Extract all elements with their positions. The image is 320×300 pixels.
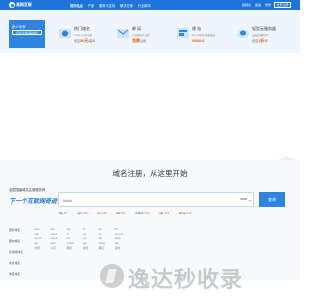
promo-mail[interactable]: 邮 局 企业邮局专业版 免费试用 (116, 25, 164, 47)
tld-option[interactable]: .ltd (34, 242, 50, 245)
tld-option[interactable]: .name (50, 233, 66, 236)
tld-checkbox-grid: .com .net .org .cc .co .biz .info .name .tv .me .c… (34, 228, 144, 250)
category-label: 新顶级域名 (9, 250, 23, 254)
tld-option[interactable]: .网络 (66, 246, 82, 250)
tld-option[interactable]: .网址 (98, 246, 114, 250)
promo-subtitle: .com/.cn 新注册 (74, 34, 92, 37)
tld-option[interactable]: .me (82, 233, 98, 236)
website-icon (177, 28, 189, 38)
promo-price: 低至30元/首年 (74, 38, 96, 43)
tld-option[interactable]: .net.cn (34, 237, 50, 240)
nav-item-products[interactable]: 产品 (88, 3, 94, 8)
hero-banner: 新人专享 登录/注册领取福利 热门域名 .com/.cn 新注册 低至30元/首… (0, 10, 300, 53)
promo-title: 建 站 (192, 26, 202, 31)
category-label: 地区域名 (9, 272, 21, 276)
tld-option[interactable]: .cn (98, 233, 114, 236)
nav-item-support[interactable]: 服务与支持 (99, 3, 115, 8)
logo-text: 易网互联 (16, 2, 32, 7)
icp-link[interactable]: 备案 (255, 3, 261, 7)
register-button[interactable]: 免费注册 (273, 2, 291, 8)
tld-option[interactable]: .info (34, 233, 50, 236)
slogan-small: 全国顶级域名注册服务商 (9, 188, 46, 192)
watermark-text: 逸达秒收录 (128, 267, 244, 292)
domain-category-labels: 国际域名 国内域名 新顶级域名 中文域名 地区域名 (9, 228, 23, 283)
mail-icon (117, 29, 129, 38)
promo-subtitle: 云服务器新用户 (252, 34, 270, 37)
login-promo-box[interactable]: 新人专享 登录/注册领取福利 (9, 20, 45, 48)
category-label: 国际域名 (9, 228, 21, 232)
main-nav: 首页站点 产品 服务与支持 解决方案 行业新闻 (70, 2, 156, 8)
tld-option[interactable]: .net (50, 228, 66, 231)
tld-option[interactable]: .shop (114, 237, 130, 240)
tld-option[interactable]: .wang (98, 242, 114, 245)
tld-option[interactable]: .中国 (34, 246, 50, 250)
domain-icon (59, 29, 71, 38)
tld-option[interactable]: .link (114, 242, 130, 245)
tld-select[interactable]: .com (239, 197, 247, 201)
site-logo[interactable]: 易网互联 (9, 2, 37, 8)
tld-option[interactable]: .在线 (82, 246, 98, 250)
promo-title: 邮 局 (132, 26, 142, 31)
hot-suffix-list: .top¥7 .xyz¥15 .cc¥15 .ltd¥27 .online¥15… (58, 210, 288, 216)
tld-option[interactable]: .org (66, 228, 82, 231)
tld-option[interactable]: .online (66, 242, 82, 245)
logo-icon (9, 2, 15, 8)
tld-option[interactable]: .site (82, 242, 98, 245)
top-right-links: 控制台 备案 登录 免费注册 (238, 2, 291, 8)
tld-option[interactable]: .商城 (114, 246, 130, 250)
tld-option[interactable]: .公司 (50, 246, 66, 250)
tld-option[interactable]: .tv (66, 233, 82, 236)
chevron-down-icon[interactable] (249, 199, 251, 201)
top-navbar: 易网互联 首页站点 产品 服务与支持 解决方案 行业新闻 控制台 备案 登录 免… (0, 0, 300, 10)
cloud-icon (237, 30, 249, 38)
tld-option[interactable]: .com (34, 228, 50, 231)
suffix-item[interactable]: .ltd¥27 (116, 211, 126, 215)
slogan-big: 下一个互联网奇迹 (9, 199, 58, 205)
promo-title: 轻型云服务器 (252, 26, 276, 31)
tld-option[interactable]: .cc (82, 228, 98, 231)
domain-search-box: .com (58, 192, 254, 207)
nav-item-solutions[interactable]: 解决方案 (120, 3, 133, 8)
promo-subtitle: 企业邮局专业版 (132, 34, 150, 37)
tld-option[interactable]: .co (98, 228, 114, 231)
tld-option[interactable]: .club (50, 242, 66, 245)
promo-price: 低至1折/年 (252, 38, 269, 43)
watermark-logo (100, 264, 124, 288)
promo-price: ¥588/年 (192, 38, 205, 43)
login-link[interactable]: 登录 (265, 3, 271, 7)
promo-price: 免费试用 (132, 38, 147, 43)
suffix-item[interactable]: .vip¥15 (158, 211, 169, 215)
category-label: 中文域名 (9, 261, 21, 265)
tld-option[interactable]: .vip (98, 237, 114, 240)
promo-domain[interactable]: 热门域名 .com/.cn 新注册 低至30元/首年 (58, 25, 106, 47)
suffix-item[interactable]: .cc¥15 (97, 211, 107, 215)
nav-item-news[interactable]: 行业新闻 (138, 3, 151, 8)
promo-cloud-server[interactable]: 轻型云服务器 云服务器新用户 低至1折/年 (236, 25, 284, 47)
domain-search-input[interactable] (63, 196, 213, 205)
promo-subtitle: PC+手机站 模板建站 (192, 34, 216, 37)
suffix-item[interactable]: .shop¥15 (178, 211, 191, 215)
suffix-item[interactable]: .xyz¥15 (76, 211, 87, 215)
suffix-item[interactable]: .online¥15 (135, 211, 150, 215)
suffix-item[interactable]: .top¥7 (58, 211, 67, 215)
promo-website[interactable]: 建 站 PC+手机站 模板建站 ¥588/年 (176, 25, 224, 47)
nav-item-home[interactable]: 首页站点 (70, 3, 83, 8)
tld-option[interactable]: .com.cn (114, 233, 130, 236)
console-link[interactable]: 控制台 (242, 3, 251, 7)
search-heading: 域名注册，从这里开始 (112, 169, 188, 178)
page: 易网互联 首页站点 产品 服务与支持 解决方案 行业新闻 控制台 备案 登录 免… (0, 0, 300, 300)
promo-title: 热门域名 (74, 26, 90, 31)
category-label: 国内域名 (9, 239, 21, 243)
tld-option[interactable]: .biz (114, 228, 130, 231)
login-action-button[interactable]: 登录/注册领取福利 (12, 30, 42, 35)
login-greeting: 新人专享 (12, 25, 26, 29)
tld-option[interactable]: .xyz (82, 237, 98, 240)
tld-option[interactable]: .org.cn (50, 237, 66, 240)
tld-option[interactable]: .top (66, 237, 82, 240)
search-button[interactable]: 查询 (259, 192, 285, 207)
